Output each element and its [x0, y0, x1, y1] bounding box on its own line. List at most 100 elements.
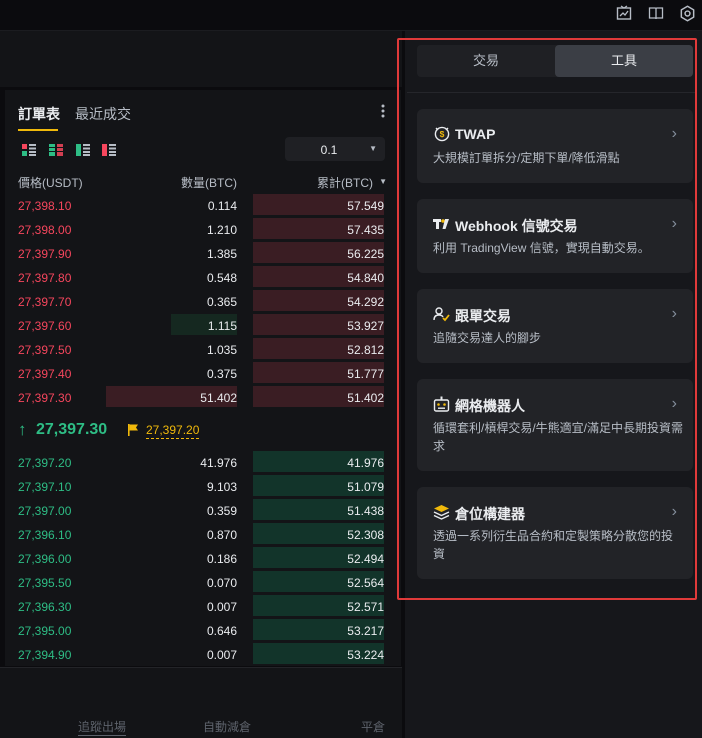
ask-row[interactable]: 27,397.60 1.115 53.927 — [5, 314, 401, 336]
bid-price: 27,396.30 — [18, 600, 72, 614]
ask-total: 54.292 — [347, 295, 384, 309]
bid-price: 27,396.10 — [18, 528, 72, 542]
bid-row[interactable]: 27,395.00 0.646 53.217 — [5, 619, 401, 641]
ask-qty: 1.385 — [206, 247, 237, 261]
ask-price: 27,397.60 — [18, 319, 72, 333]
ask-row[interactable]: 27,397.50 1.035 52.812 — [5, 338, 401, 360]
header-total[interactable]: 累計(BTC) — [317, 174, 373, 191]
bid-qty: 0.007 — [206, 648, 237, 662]
top-bar — [0, 0, 702, 31]
ask-total: 52.812 — [347, 343, 384, 357]
bid-qty: 0.007 — [206, 600, 237, 614]
ask-qty: 0.548 — [206, 271, 237, 285]
ask-price: 27,397.30 — [18, 391, 72, 405]
ask-price: 27,397.70 — [18, 295, 72, 309]
bid-total: 41.976 — [347, 456, 384, 470]
ask-total: 51.777 — [347, 367, 384, 381]
ask-row[interactable]: 27,397.90 1.385 56.225 — [5, 242, 401, 264]
ask-row[interactable]: 27,398.00 1.210 57.435 — [5, 218, 401, 240]
bid-price: 27,397.00 — [18, 504, 72, 518]
bid-row[interactable]: 27,397.10 9.103 51.079 — [5, 475, 401, 497]
bid-row[interactable]: 27,397.20 41.976 41.976 — [5, 451, 401, 473]
bid-total: 52.564 — [347, 576, 384, 590]
bid-qty: 0.646 — [206, 624, 237, 638]
arrow-up-icon: ↑ — [18, 420, 27, 439]
bid-row[interactable]: 27,395.50 0.070 52.564 — [5, 571, 401, 593]
chart-screen-icon[interactable] — [613, 2, 635, 24]
ask-row[interactable]: 27,397.30 51.402 51.402 — [5, 386, 401, 408]
trailing-stop-label[interactable]: 追蹤出場 — [78, 718, 127, 736]
last-price: 27,397.30 — [36, 421, 108, 438]
lower-panel-strip — [0, 667, 402, 708]
bid-row[interactable]: 27,396.00 0.186 52.494 — [5, 547, 401, 569]
bid-qty: 41.976 — [200, 456, 237, 470]
settings-icon[interactable] — [676, 2, 698, 24]
bid-row[interactable]: 27,394.90 0.007 53.224 — [5, 643, 401, 665]
ask-total: 57.435 — [347, 223, 384, 237]
ask-total: 53.927 — [347, 319, 384, 333]
ask-total: 51.402 — [347, 391, 384, 405]
active-tab-underline — [18, 129, 58, 131]
ask-row[interactable]: 27,397.80 0.548 54.840 — [5, 266, 401, 288]
precision-value: 0.1 — [320, 143, 338, 157]
more-options-icon[interactable] — [381, 104, 385, 118]
auto-deleverage-label[interactable]: 自動減倉 — [203, 718, 251, 735]
ask-price: 27,397.40 — [18, 367, 72, 381]
header-price: 價格(USDT) — [18, 176, 83, 190]
flag-icon — [128, 423, 139, 441]
view-bids-icon[interactable] — [76, 143, 90, 156]
close-position-label[interactable]: 平倉 — [361, 718, 385, 735]
bid-qty: 0.186 — [206, 552, 237, 566]
bid-price: 27,395.50 — [18, 576, 72, 590]
ask-row[interactable]: 27,397.40 0.375 51.777 — [5, 362, 401, 384]
ask-row[interactable]: 27,397.70 0.365 54.292 — [5, 290, 401, 312]
bid-qty: 0.070 — [206, 576, 237, 590]
ask-qty: 1.210 — [206, 223, 237, 237]
ask-total: 56.225 — [347, 247, 384, 261]
ask-price: 27,397.90 — [18, 247, 72, 261]
sort-down-icon[interactable]: ▼ — [379, 177, 387, 186]
bid-total: 53.224 — [347, 648, 384, 662]
header-qty: 數量(BTC) — [181, 176, 237, 190]
ask-qty: 1.115 — [207, 319, 237, 333]
bid-price: 27,395.00 — [18, 624, 72, 638]
chevron-down-icon: ▼ — [369, 144, 377, 153]
bid-price: 27,394.90 — [18, 648, 72, 662]
last-price-row: ↑ 27,397.30 27,397.20 — [18, 420, 398, 442]
bid-total: 51.079 — [347, 480, 384, 494]
bid-qty: 0.870 — [206, 528, 237, 542]
view-both-icon[interactable] — [22, 143, 36, 156]
bid-price: 27,397.10 — [18, 480, 72, 494]
bid-total: 52.494 — [347, 552, 384, 566]
ask-price: 27,397.50 — [18, 343, 72, 357]
bid-qty: 9.103 — [206, 480, 237, 494]
ask-qty: 0.365 — [206, 295, 237, 309]
bid-qty: 0.359 — [206, 504, 237, 518]
bid-row[interactable]: 27,396.10 0.870 52.308 — [5, 523, 401, 545]
bid-row[interactable]: 27,397.00 0.359 51.438 — [5, 499, 401, 521]
bid-row[interactable]: 27,396.30 0.007 52.571 — [5, 595, 401, 617]
book-icon[interactable] — [645, 2, 667, 24]
bid-total: 52.308 — [347, 528, 384, 542]
mark-price[interactable]: 27,397.20 — [146, 423, 200, 439]
chart-area-strip — [0, 31, 402, 87]
view-split-icon[interactable] — [49, 143, 63, 156]
ask-qty: 51.402 — [200, 391, 237, 405]
ask-price: 27,398.10 — [18, 199, 72, 213]
precision-select[interactable]: 0.1 ▼ — [285, 137, 385, 161]
bid-price: 27,397.20 — [18, 456, 72, 470]
ask-row[interactable]: 27,398.10 0.114 57.549 — [5, 194, 401, 216]
bid-total: 52.571 — [347, 600, 384, 614]
ask-qty: 0.114 — [207, 199, 237, 213]
view-asks-icon[interactable] — [102, 143, 116, 156]
tab-order-book[interactable]: 訂單表 — [18, 104, 60, 124]
ask-total: 54.840 — [347, 271, 384, 285]
ask-total: 57.549 — [347, 199, 384, 213]
ask-qty: 1.035 — [206, 343, 237, 357]
tab-recent-trades[interactable]: 最近成交 — [75, 104, 131, 124]
bid-total: 53.217 — [347, 624, 384, 638]
order-book: 訂單表 最近成交 0.1 ▼ 價格(USDT) 數量(BTC) 累計(BTC) … — [5, 90, 401, 666]
ask-qty: 0.375 — [206, 367, 237, 381]
bid-total: 51.438 — [347, 504, 384, 518]
bid-price: 27,396.00 — [18, 552, 72, 566]
